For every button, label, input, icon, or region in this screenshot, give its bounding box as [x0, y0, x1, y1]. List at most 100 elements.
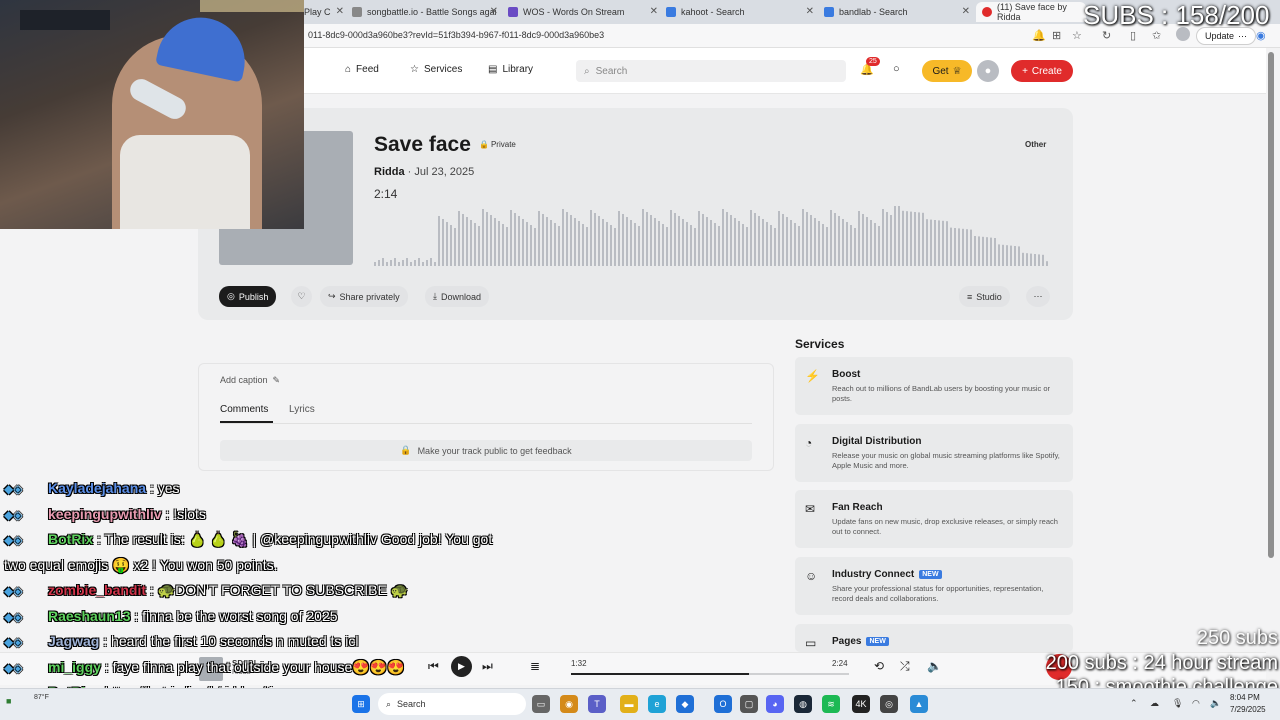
browser-tab[interactable]: Play C ✕	[304, 2, 344, 22]
service-title: Pages NEW	[832, 636, 889, 647]
studio-button[interactable]: ≡ Studio	[959, 286, 1010, 307]
add-caption[interactable]: Add caption ✎	[220, 375, 280, 386]
avatar[interactable]: ●	[977, 60, 999, 82]
steam-icon[interactable]: ◍	[794, 695, 812, 713]
teams-icon[interactable]: T	[588, 695, 606, 713]
waveform-bar	[618, 211, 620, 266]
chat-username: BotRix	[48, 531, 94, 547]
app-icon[interactable]: ▢	[740, 695, 758, 713]
photos-icon[interactable]: ▲	[910, 695, 928, 713]
waveform-bar	[1022, 252, 1024, 266]
waveform[interactable]	[374, 206, 1050, 266]
waveform-bar	[574, 218, 576, 266]
tab-comments[interactable]: Comments	[220, 404, 268, 415]
close-icon[interactable]: ✕	[962, 6, 970, 17]
queue-icon[interactable]: ≣	[530, 659, 540, 673]
widgets-icon[interactable]: ■	[6, 696, 11, 706]
repeat-icon[interactable]: ⟲	[874, 659, 884, 673]
waveform-bar	[674, 213, 676, 266]
browser-tab[interactable]: bandlab - Search ✕	[824, 2, 970, 22]
waveform-bar	[606, 222, 608, 266]
service-card-fan-reach[interactable]: ✉ Fan Reach Update fans on new music, dr…	[795, 490, 1073, 548]
service-card-pages[interactable]: ▭ Pages NEW	[795, 624, 1073, 652]
browser-tab-active[interactable]: (11) Save face by Ridda	[976, 2, 1086, 22]
waveform-bar	[754, 213, 756, 266]
add-caption-label: Add caption	[220, 375, 268, 385]
obs-icon[interactable]: ◎	[880, 695, 898, 713]
taskview-icon[interactable]: ▭	[532, 695, 550, 713]
sub-goal: 200 subs : 24 hour stream	[1045, 652, 1278, 674]
share-button[interactable]: ↪ Share privately	[320, 286, 408, 307]
waveform-bar	[586, 227, 588, 266]
volume-icon[interactable]: 🔈	[1210, 698, 1221, 709]
search-input[interactable]: ⌕ Search	[576, 60, 846, 82]
nav-feed[interactable]: ⌂ Feed	[345, 64, 379, 75]
browser-tab[interactable]: WOS - Words On Stream ✕	[508, 2, 658, 22]
wifi-icon[interactable]: ◠	[1192, 698, 1200, 709]
close-icon[interactable]: ✕	[336, 6, 344, 17]
waveform-bar	[922, 212, 924, 266]
shuffle-icon[interactable]: ⤮	[900, 659, 910, 674]
service-desc: Share your professional status for oppor…	[832, 584, 1044, 604]
cloud-icon[interactable]: ☁	[1150, 698, 1159, 709]
service-card-industry-connect[interactable]: ☺ Industry Connect NEW Share your profes…	[795, 557, 1073, 615]
browser-tab[interactable]: songbattle.io - Battle Songs agai ✕	[352, 2, 498, 22]
waveform-bar	[542, 214, 544, 266]
privacy-badge: 🔒 Private	[479, 140, 516, 149]
weather[interactable]: 87°F	[34, 694, 49, 701]
copilot-icon[interactable]: ◉	[560, 695, 578, 713]
download-button[interactable]: ⤓ Download	[425, 286, 490, 307]
chat-text: two equal emojis 🤑 x2 ! You won 50 point…	[4, 556, 278, 573]
discord-icon[interactable]: ◕	[766, 695, 784, 713]
mic-icon[interactable]: 🎙	[1172, 698, 1183, 709]
nav-services[interactable]: ☆ Services	[410, 64, 462, 75]
tab-lyrics[interactable]: Lyrics	[289, 404, 315, 415]
waveform-bar	[534, 228, 536, 266]
like-button[interactable]: ♡	[291, 286, 312, 307]
close-icon[interactable]: ✕	[650, 6, 658, 17]
waveform-bar	[450, 225, 452, 266]
artist-name[interactable]: Ridda	[374, 166, 405, 178]
apps-icon[interactable]: ⊞	[1052, 29, 1061, 42]
star-icon[interactable]: ☆	[1072, 29, 1082, 42]
waveform-bar	[626, 217, 628, 266]
outlook-icon[interactable]: O	[714, 695, 732, 713]
taskbar-search[interactable]: ⌕ Search	[378, 693, 526, 715]
get-button[interactable]: Get ♕	[922, 60, 972, 82]
service-title-text: Pages	[832, 636, 862, 647]
volume-icon[interactable]: 🔈	[927, 659, 942, 673]
obs-4k-icon[interactable]: 4K	[852, 695, 870, 713]
service-card-boost[interactable]: ⚡ Boost Reach out to millions of BandLab…	[795, 357, 1073, 415]
edge-icon[interactable]: e	[648, 695, 666, 713]
waveform-bar	[962, 228, 964, 266]
waveform-bar	[834, 213, 836, 266]
nav-library[interactable]: ▤ Library	[488, 64, 533, 75]
browser-tab[interactable]: kahoot - Search ✕	[666, 2, 814, 22]
spotify-icon[interactable]: ≋	[822, 695, 840, 713]
download-label: Download	[440, 291, 482, 302]
start-icon[interactable]: ⊞	[352, 695, 370, 713]
chevron-up-icon[interactable]: ⌃	[1130, 698, 1138, 709]
close-icon[interactable]: ✕	[806, 6, 814, 17]
previous-icon[interactable]: ⏮	[428, 659, 439, 674]
more-button[interactable]: ⋯	[1026, 286, 1050, 307]
bell-icon[interactable]: 🔔	[1032, 29, 1046, 42]
publish-button[interactable]: ◎ Publish	[219, 286, 277, 307]
create-button[interactable]: + Create	[1011, 60, 1073, 82]
store-icon[interactable]: ◆	[676, 695, 694, 713]
scrollbar[interactable]	[1268, 52, 1274, 558]
play-button[interactable]: ▶	[451, 656, 472, 677]
folder-icon[interactable]: ▬	[620, 695, 638, 713]
service-desc: Release your music on global music strea…	[832, 451, 1060, 471]
next-icon[interactable]: ⏭	[482, 659, 493, 674]
waveform-bar	[830, 210, 832, 266]
waveform-bar	[766, 222, 768, 266]
service-card-distribution[interactable]: ◔ Digital Distribution Release your musi…	[795, 424, 1073, 482]
clock-date[interactable]: 7/29/2025	[1230, 705, 1266, 714]
close-icon[interactable]: ✕	[490, 6, 498, 17]
waveform-bar	[982, 236, 984, 266]
clock-time[interactable]: 8:04 PM	[1230, 693, 1260, 702]
url-text[interactable]: 011-8dc9-000d3a960be3?revId=51f3b394-b96…	[308, 30, 604, 40]
chat-icon[interactable]: ○	[893, 63, 900, 75]
waveform-bar	[730, 215, 732, 266]
